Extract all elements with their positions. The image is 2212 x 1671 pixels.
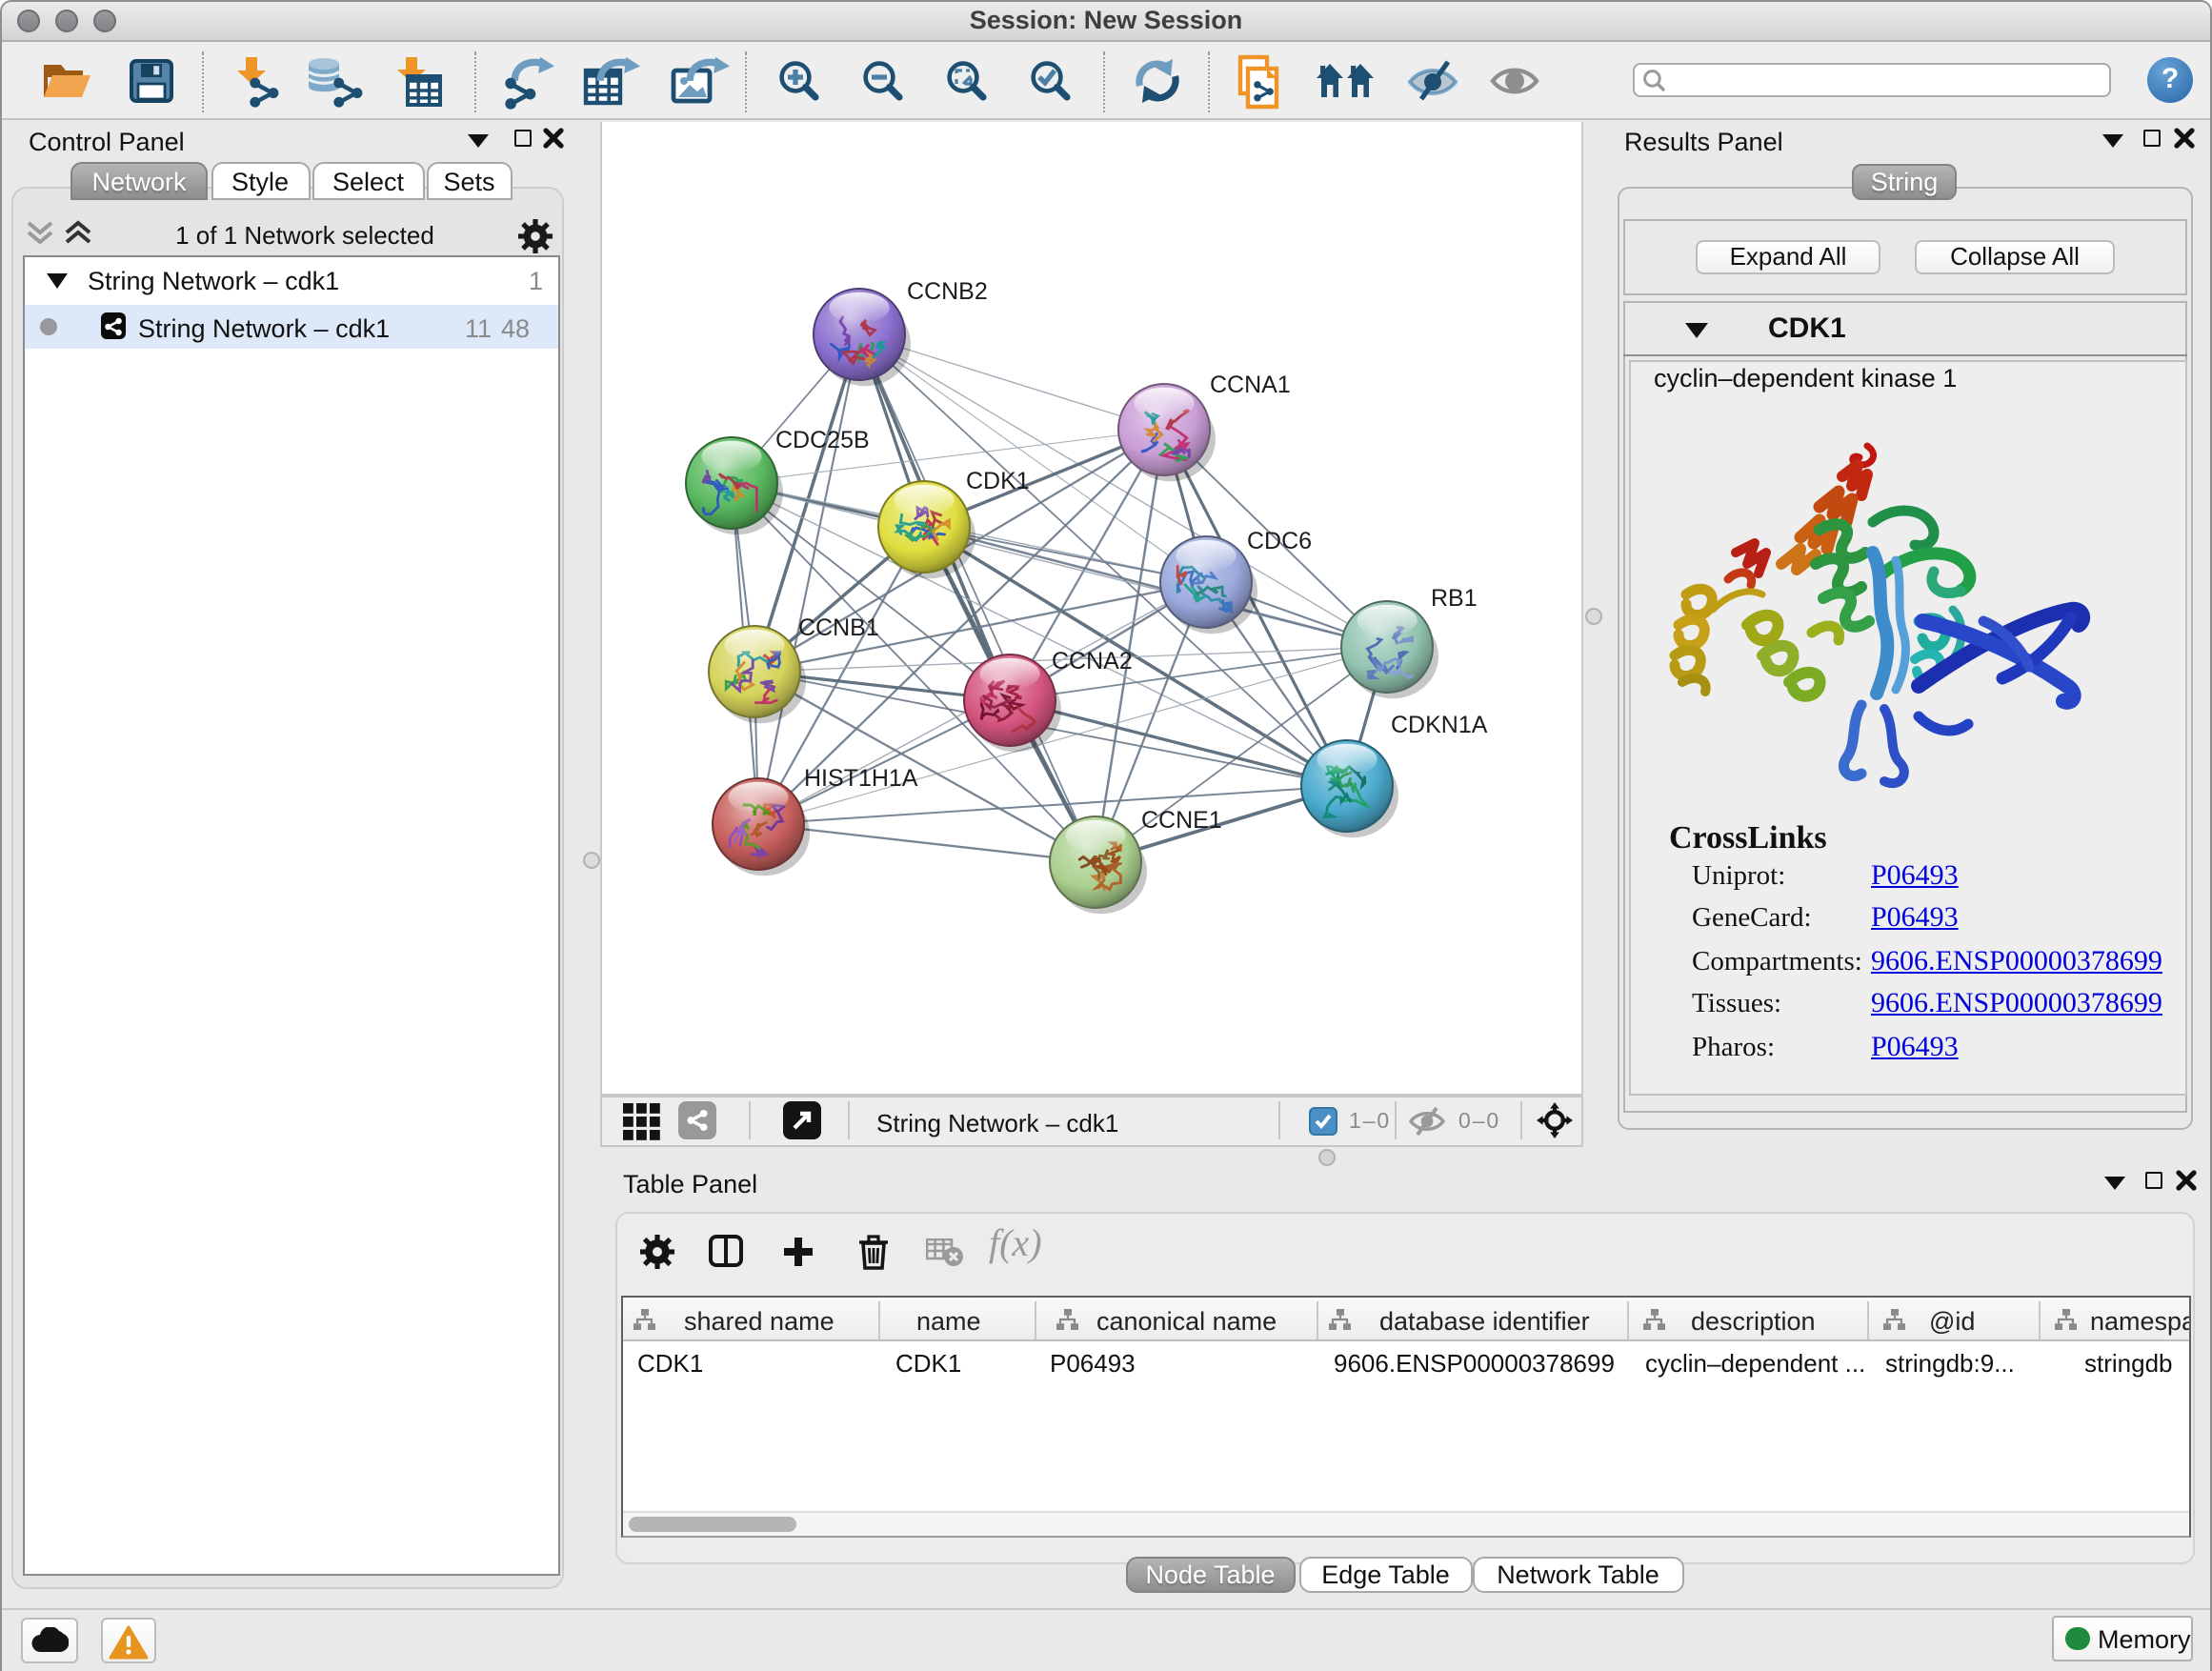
svg-text:CDK1: CDK1: [966, 467, 1030, 493]
svg-text:CCNB1: CCNB1: [798, 614, 879, 640]
svg-text:CCNA2: CCNA2: [1052, 647, 1133, 674]
svg-text:HIST1H1A: HIST1H1A: [804, 764, 918, 791]
svg-text:CCNB2: CCNB2: [907, 277, 988, 304]
svg-text:RB1: RB1: [1431, 584, 1478, 611]
svg-text:CCNA1: CCNA1: [1210, 371, 1291, 397]
svg-text:CDC25B: CDC25B: [775, 426, 870, 453]
svg-text:CDC6: CDC6: [1247, 527, 1312, 554]
svg-text:CCNE1: CCNE1: [1141, 806, 1222, 833]
svg-text:CDKN1A: CDKN1A: [1391, 711, 1488, 737]
